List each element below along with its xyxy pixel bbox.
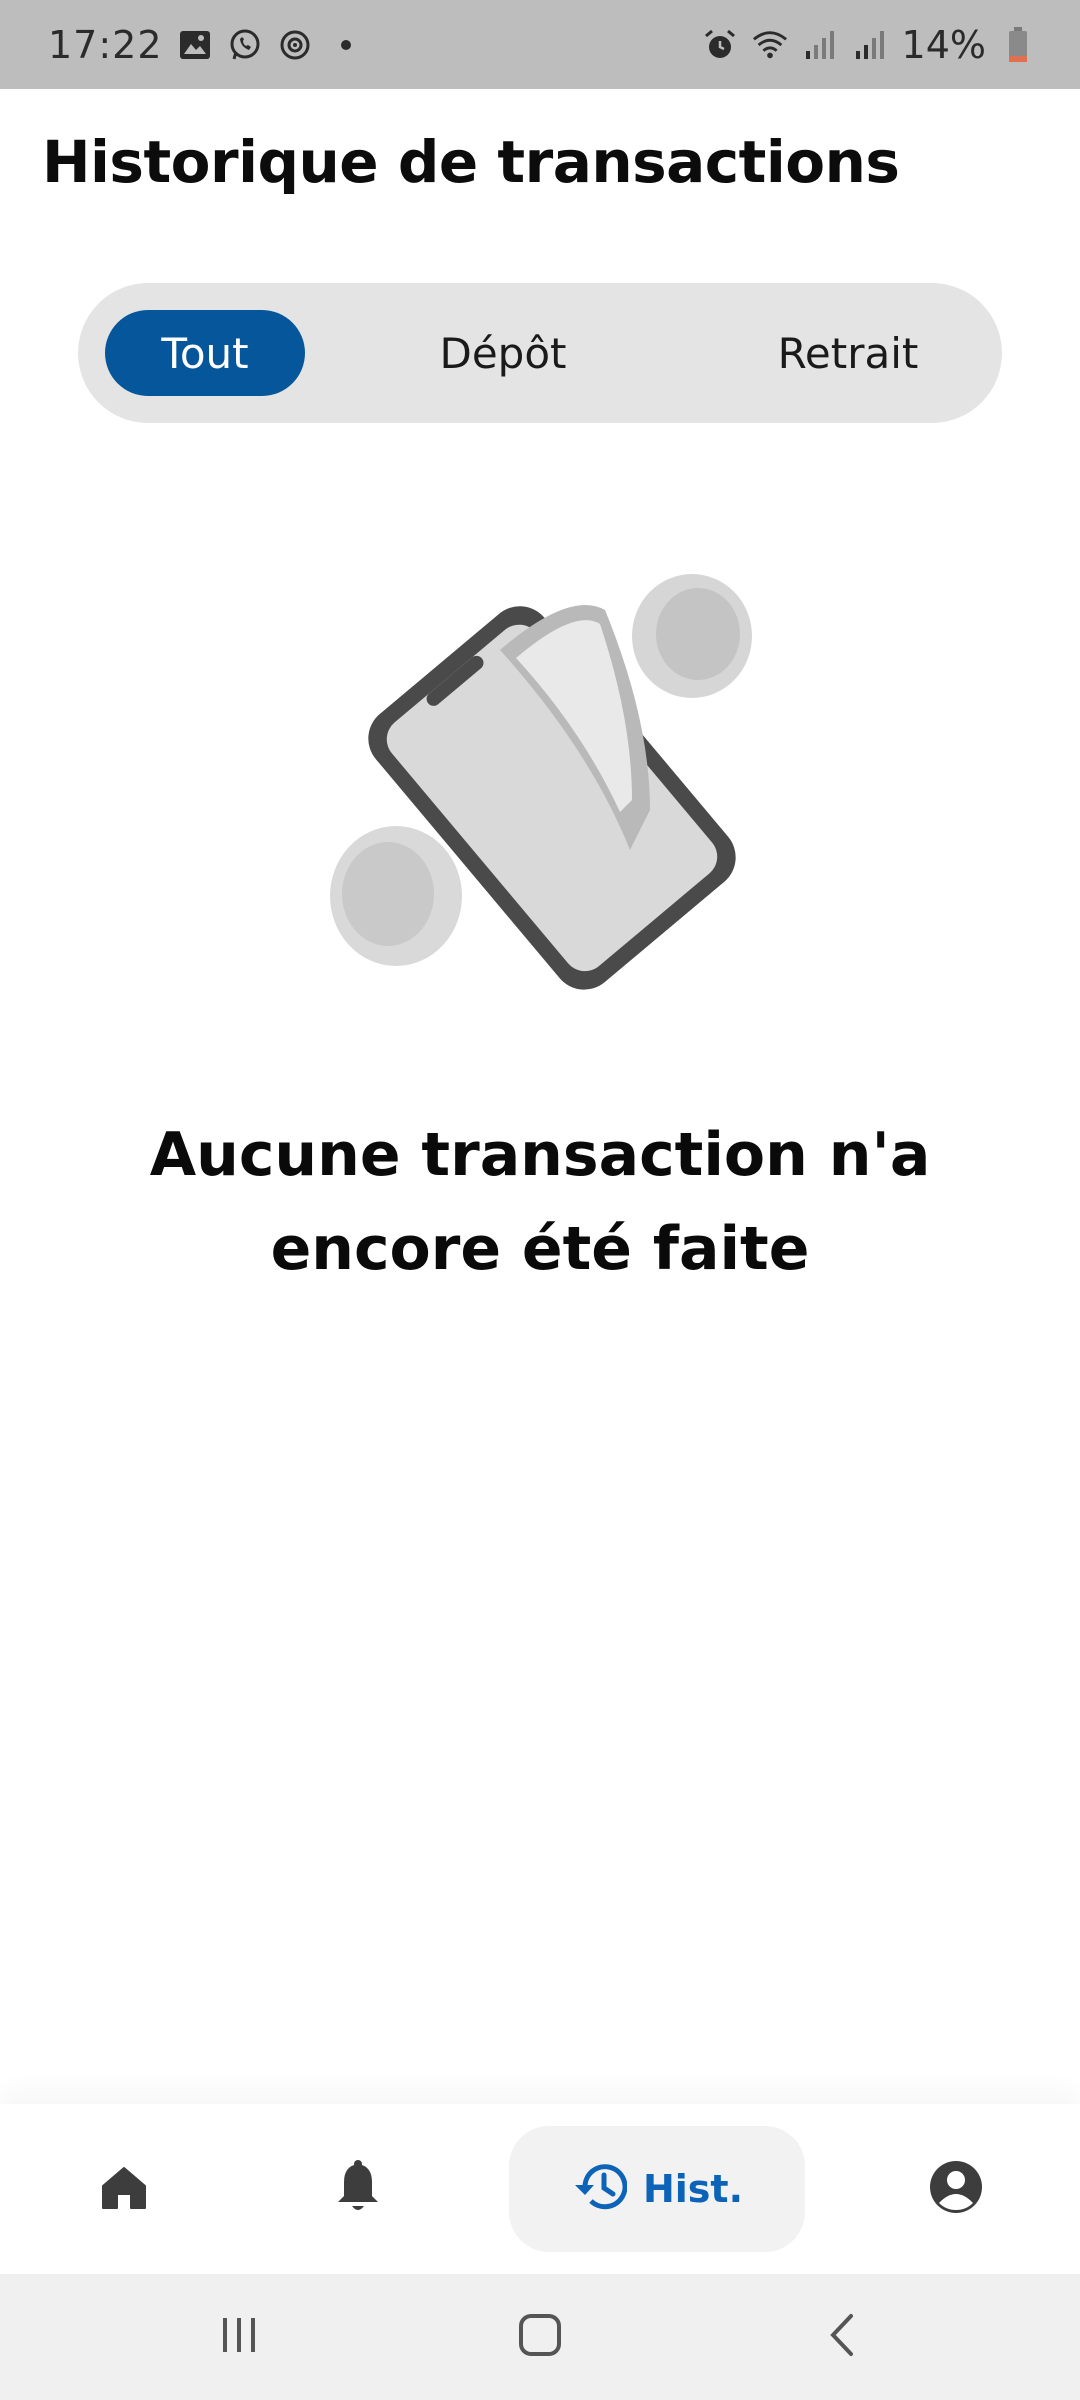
home-icon <box>99 2162 149 2217</box>
battery-icon <box>1000 26 1036 63</box>
nav-notifications[interactable] <box>306 2126 410 2252</box>
back-button[interactable] <box>797 2302 887 2372</box>
status-bar: 17:22 14% <box>0 0 1080 89</box>
nav-history[interactable]: Hist. <box>509 2126 805 2252</box>
empty-state-line1: Aucune transaction n'a <box>149 1120 931 1190</box>
nav-profile[interactable] <box>904 2126 1008 2252</box>
status-right: 14% <box>702 23 1036 67</box>
tab-deposit[interactable]: Dépôt <box>408 310 598 396</box>
bottom-navigation: Hist. <box>0 2104 1080 2274</box>
gallery-icon <box>177 27 213 63</box>
wifi-icon <box>752 27 788 63</box>
phone-with-coins-illustration <box>320 550 760 990</box>
recents-icon <box>219 2315 259 2360</box>
page-title: Historique de transactions <box>42 128 900 196</box>
status-time: 17:22 <box>48 22 163 67</box>
status-left: 17:22 <box>48 23 351 67</box>
battery-percent: 14% <box>901 22 986 67</box>
system-navigation-bar <box>0 2274 1080 2400</box>
sync-icon <box>277 27 313 63</box>
bell-icon <box>334 2159 382 2219</box>
alarm-icon <box>702 27 738 63</box>
empty-state-line2: encore été faite <box>270 1214 810 1284</box>
recents-button[interactable] <box>194 2302 284 2372</box>
nav-home[interactable] <box>72 2126 176 2252</box>
home-square-icon <box>518 2313 562 2362</box>
history-icon <box>571 2161 628 2218</box>
tab-withdrawal[interactable]: Retrait <box>738 310 958 396</box>
whatsapp-icon <box>227 27 263 63</box>
nav-history-label: Hist. <box>642 2167 744 2211</box>
system-home-button[interactable] <box>495 2302 585 2372</box>
notification-dot-icon <box>340 39 351 50</box>
signal-icon <box>852 27 888 63</box>
account-icon <box>928 2159 984 2220</box>
empty-state-message: Aucune transaction n'a encore été faite <box>90 1108 990 1296</box>
tab-all[interactable]: Tout <box>105 310 305 396</box>
signal-icon <box>802 27 838 63</box>
back-chevron-icon <box>827 2313 857 2362</box>
transaction-filter: Tout Dépôt Retrait <box>78 283 1002 423</box>
